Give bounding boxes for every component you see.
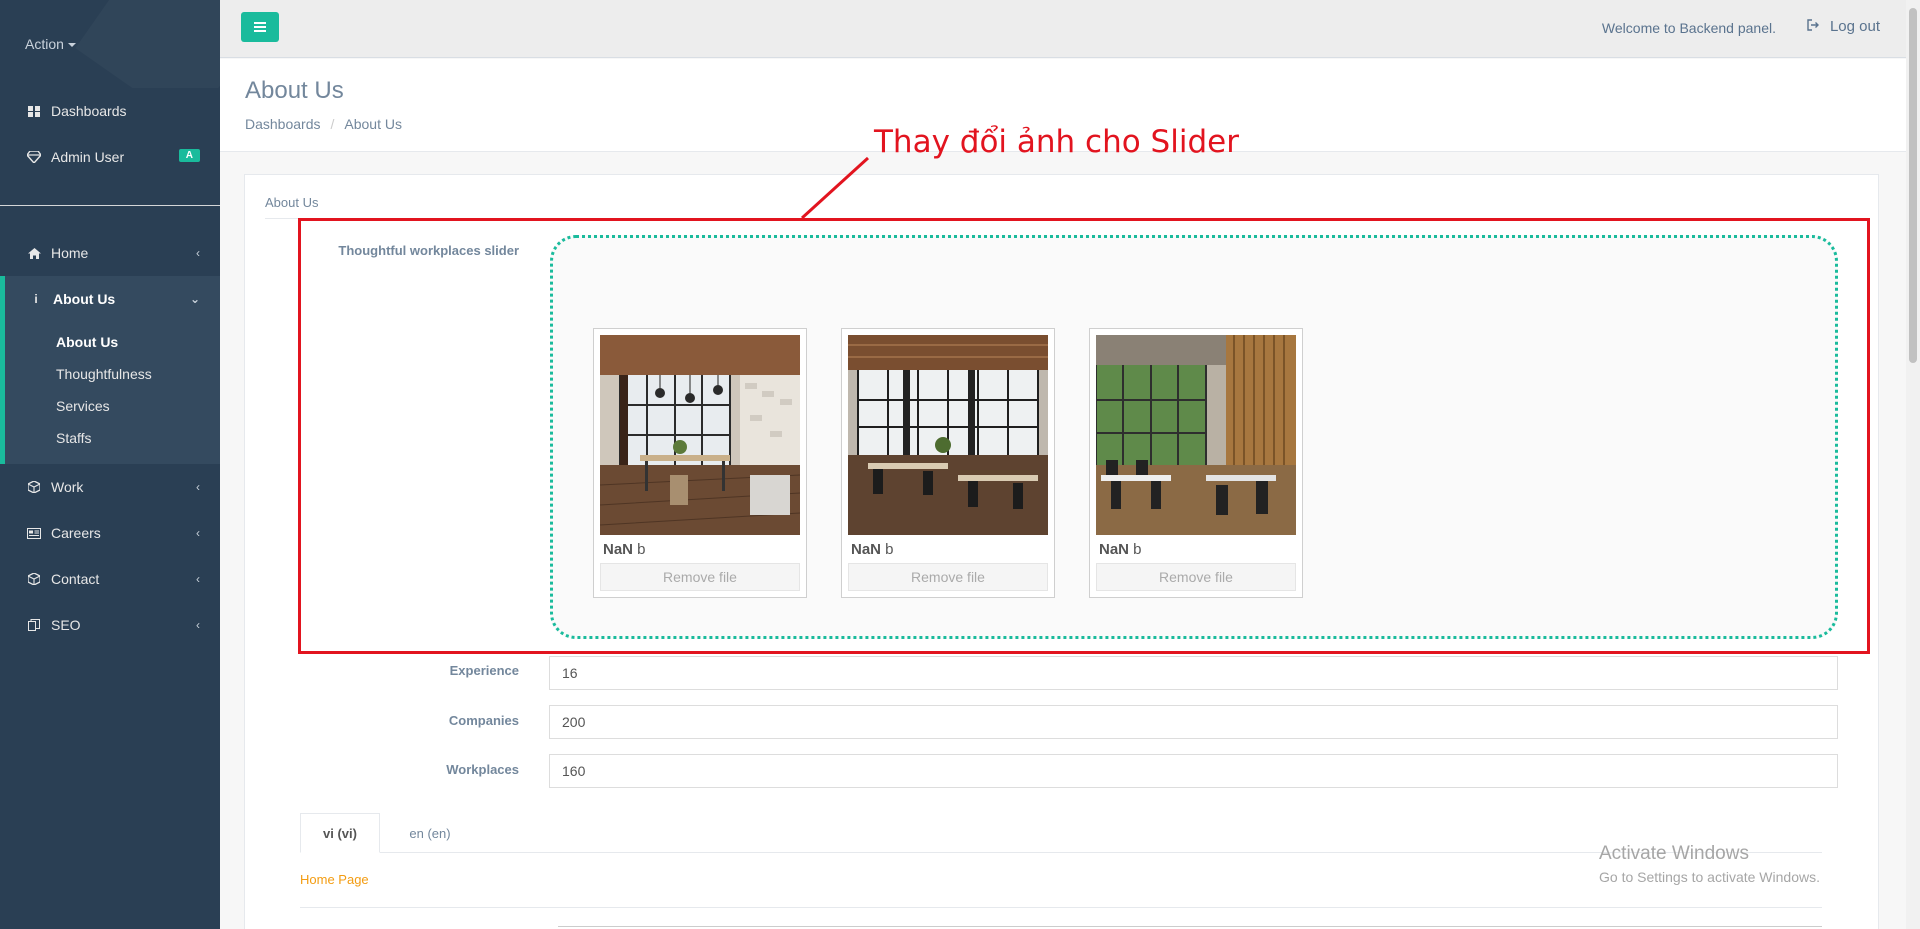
sidebar-item-seo[interactable]: SEO ‹ [0,602,220,648]
chevron-left-icon: ‹ [196,572,200,586]
sidebar-item-dashboards[interactable]: Dashboards [0,88,220,134]
home-icon [25,247,43,259]
companies-label: Companies [448,713,519,728]
cube-icon [25,481,43,493]
sidebar-item-label: Work [51,479,84,495]
cube-icon [25,573,43,585]
diamond-icon [25,151,43,163]
caret-down-icon [67,43,76,48]
sidebar-header: Action [0,0,220,88]
sidebar-item-work[interactable]: Work ‹ [0,464,220,510]
sidebar-item-label: SEO [51,617,81,633]
submenu-item-thoughtfulness[interactable]: Thoughtfulness [5,358,220,390]
sidebar-item-home[interactable]: Home ‹ [0,230,220,276]
newspaper-icon [25,527,43,539]
page-title: About Us [245,77,344,104]
logout-label: Log out [1829,18,1880,35]
tab-vi[interactable]: vi (vi) [300,813,380,853]
welcome-text: Welcome to Backend panel. [1601,20,1776,36]
dashboard-icon [25,105,43,117]
breadcrumb-dashboards[interactable]: Dashboards [245,116,321,132]
section-divider [300,907,1822,908]
activate-windows-watermark: Activate Windows Go to Settings to activ… [1599,843,1820,885]
chevron-left-icon: ‹ [196,526,200,540]
chevron-left-icon: ‹ [196,618,200,632]
submenu-item-staffs[interactable]: Staffs [5,422,220,454]
chevron-down-icon: ⌄ [189,292,200,306]
tab-en[interactable]: en (en) [385,813,475,853]
breadcrumb-separator: / [330,116,335,132]
annotation-highlight-box [298,218,1870,654]
sidebar-item-label: About Us [53,291,116,307]
experience-input[interactable]: 16 [549,656,1838,690]
breadcrumb: Dashboards / About Us [245,116,402,132]
sidebar-item-label: Admin User [51,149,125,165]
sidebar-item-careers[interactable]: Careers ‹ [0,510,220,556]
sidebar-item-label: Careers [51,525,101,541]
workplaces-input[interactable]: 160 [549,754,1838,788]
workplaces-label: Workplaces [446,762,519,777]
scrollbar-thumb[interactable] [1909,8,1917,363]
sidebar-divider [0,205,220,206]
page-scrollbar[interactable] [1906,0,1920,929]
home-page-link[interactable]: Home Page [300,872,369,887]
action-dropdown[interactable]: Action [25,36,76,52]
logout-link[interactable]: Log out [1807,18,1880,35]
language-tabs: vi (vi) en (en) [300,813,1822,853]
action-label: Action [25,36,64,52]
experience-label: Experience [449,663,519,678]
submenu-item-services[interactable]: Services [5,390,220,422]
about-us-submenu: About Us Thoughtfulness Services Staffs [0,322,220,464]
panel-title: About Us [265,195,319,210]
admin-badge: A [178,149,200,162]
top-navbar: Welcome to Backend panel. Log out [220,0,1906,58]
info-icon: i [34,292,38,306]
sidebar-item-label: Dashboards [51,103,127,119]
companies-input[interactable]: 200 [549,705,1838,739]
chevron-left-icon: ‹ [196,480,200,494]
menu-toggle-button[interactable] [241,12,279,42]
sidebar-item-about-us[interactable]: i About Us ⌄ [0,276,220,322]
watermark-title: Activate Windows [1599,843,1749,864]
sidebar-item-contact[interactable]: Contact ‹ [0,556,220,602]
sign-out-icon [1807,19,1820,34]
sidebar-item-admin-user[interactable]: Admin User A [0,134,220,180]
chevron-left-icon: ‹ [196,246,200,260]
sidebar: Action Dashboards Admin User A Home ‹ i … [0,0,220,929]
sidebar-top-nav: Dashboards Admin User A [0,88,220,180]
submenu-item-about-us[interactable]: About Us [5,326,220,358]
copy-icon [25,619,43,631]
annotation-text: Thay đổi ảnh cho Slider [874,124,1239,160]
hamburger-icon [254,22,266,32]
breadcrumb-about-us: About Us [344,116,402,132]
sidebar-item-label: Contact [51,571,100,587]
sidebar-item-label: Home [51,245,89,261]
watermark-subtitle: Go to Settings to activate Windows. [1599,869,1820,885]
